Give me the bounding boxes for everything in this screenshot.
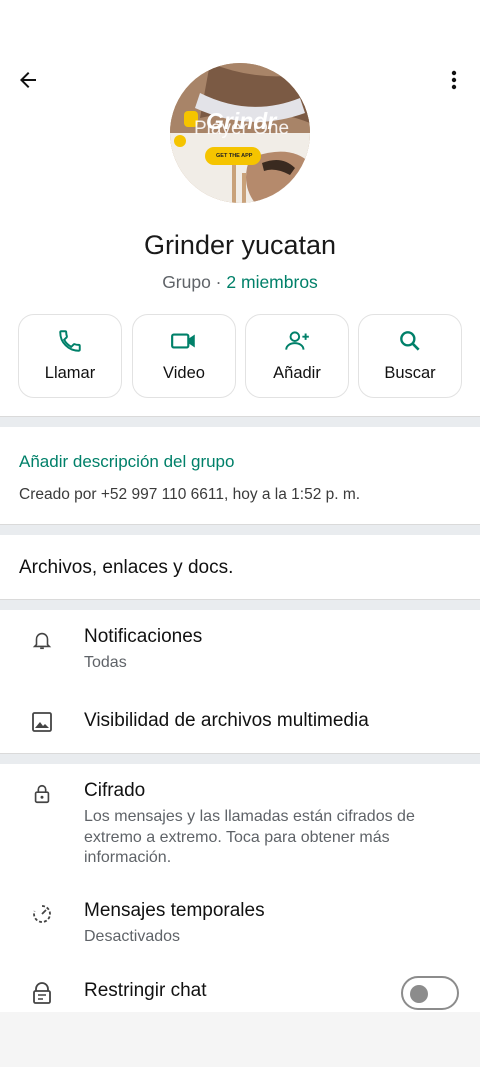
created-by-text: Creado por +52 997 110 6611, hoy a la 1:… <box>19 486 361 503</box>
restrict-chat-toggle[interactable] <box>401 976 459 1010</box>
add-participant-button[interactable]: Añadir <box>245 314 349 398</box>
section-divider <box>0 599 480 610</box>
media-links-docs-row[interactable]: Archivos, enlaces y docs. <box>19 557 233 579</box>
image-icon <box>28 708 56 736</box>
arrow-back-icon <box>16 68 40 97</box>
section-divider <box>0 753 480 764</box>
group-info-screen: Grindr Player One GET THE APP Grinder yu… <box>0 0 480 1012</box>
add-label: Añadir <box>273 364 321 382</box>
group-type-label: Grupo · <box>162 272 227 292</box>
timer-icon <box>28 900 56 928</box>
add-description-link[interactable]: Añadir descripción del grupo <box>19 452 234 472</box>
section-divider <box>0 524 480 535</box>
video-button[interactable]: Video <box>132 314 236 398</box>
back-button[interactable] <box>10 64 46 100</box>
search-label: Buscar <box>384 364 436 382</box>
group-members-link[interactable]: 2 miembros <box>226 272 317 292</box>
group-name: Grinder yucatan <box>143 230 337 260</box>
disappearing-messages-row[interactable]: Mensajes temporales <box>84 900 265 922</box>
call-button[interactable]: Llamar <box>18 314 122 398</box>
phone-icon <box>57 328 83 359</box>
restrict-chat-row[interactable]: Restringir chat <box>84 980 207 1002</box>
group-subtitle: Grupo · 2 miembros <box>0 272 480 293</box>
chat-lock-icon <box>28 980 56 1008</box>
action-buttons: Llamar Video Añadir Buscar <box>18 314 462 398</box>
avatar-overlay-text: Player One <box>194 118 290 139</box>
search-button[interactable]: Buscar <box>358 314 462 398</box>
lock-icon <box>28 780 56 808</box>
media-visibility-row[interactable]: Visibilidad de archivos multimedia <box>84 710 369 732</box>
search-icon <box>397 328 423 359</box>
bell-icon <box>28 626 56 654</box>
avatar-get-app-text: GET THE APP <box>216 153 253 159</box>
notifications-row[interactable]: Notificaciones <box>84 626 202 648</box>
call-label: Llamar <box>44 364 96 382</box>
video-label: Video <box>163 364 205 382</box>
video-icon <box>170 328 198 359</box>
section-divider <box>0 416 480 427</box>
add-person-icon <box>283 328 311 359</box>
system-navigation-bar <box>0 1012 480 1067</box>
encryption-description: Los mensajes y las llamadas están cifrad… <box>84 808 415 866</box>
more-vert-icon <box>442 68 466 97</box>
more-options-button[interactable] <box>436 64 472 100</box>
notifications-value: Todas <box>84 654 127 671</box>
encryption-row[interactable]: Cifrado <box>84 780 145 802</box>
toggle-knob <box>410 985 428 1003</box>
disappearing-messages-value: Desactivados <box>84 928 181 945</box>
